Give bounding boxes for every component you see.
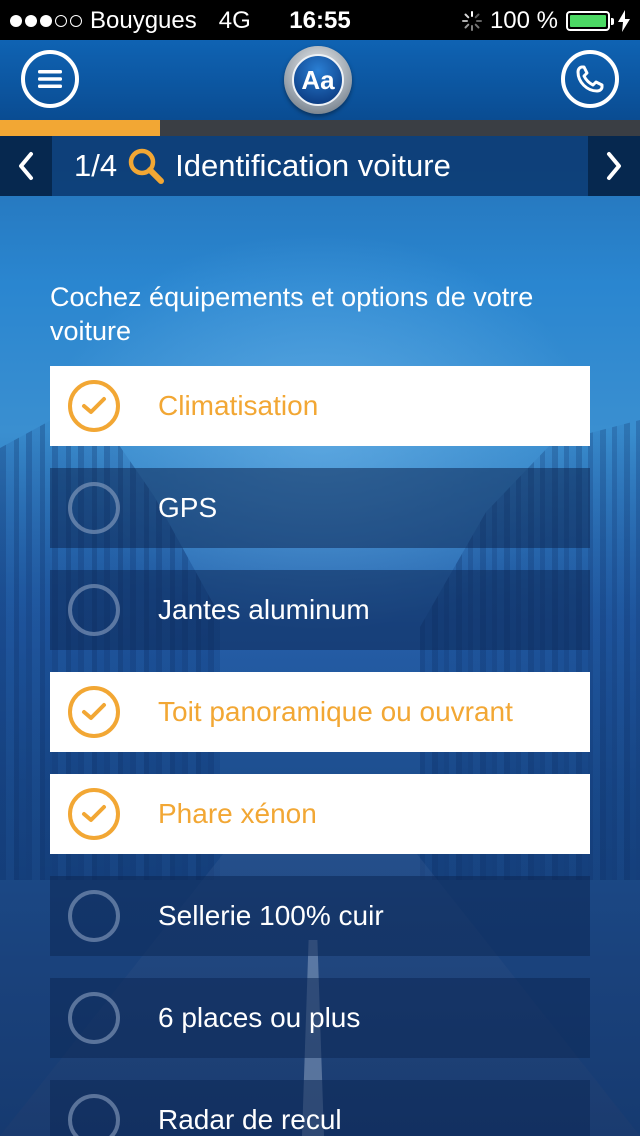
instruction-text: Cochez équipements et options de votre v… <box>50 282 534 346</box>
option-label: Phare xénon <box>158 798 317 829</box>
menu-button[interactable] <box>21 50 79 108</box>
nav-bar: Aa <box>0 40 640 120</box>
checkbox-unchecked-icon[interactable] <box>68 890 120 942</box>
phone-icon <box>576 65 604 93</box>
battery-icon <box>566 11 614 31</box>
checkmark-icon <box>82 805 106 822</box>
equipment-options-list: Climatisation GPS Jantes aluminum Toit pano… <box>50 366 590 1136</box>
option-item[interactable]: Jantes aluminum <box>50 570 590 650</box>
option-item[interactable]: 6 places ou plus <box>50 978 590 1058</box>
option-label: GPS <box>158 492 218 523</box>
option-label: Jantes aluminum <box>158 594 370 625</box>
option-label: Toit panoramique ou ouvrant <box>158 696 513 727</box>
checkbox-checked-icon[interactable] <box>68 788 120 840</box>
checkbox-checked-icon[interactable] <box>68 380 120 432</box>
search-icon <box>128 148 165 184</box>
call-button[interactable] <box>561 50 619 108</box>
status-bar: Bouygues 4G 16:55 100 % <box>0 0 640 40</box>
checkbox-unchecked-icon[interactable] <box>68 482 120 534</box>
option-item[interactable]: GPS <box>50 468 590 548</box>
step-title: Identification voiture <box>175 148 451 183</box>
step-header: 1/4 Identification voiture <box>0 136 640 196</box>
charging-bolt-icon <box>618 10 630 32</box>
option-item[interactable]: Phare xénon <box>50 774 590 854</box>
activity-spinner-icon <box>461 11 482 31</box>
menu-icon <box>38 70 62 88</box>
option-item[interactable]: Toit panoramique ou ouvrant <box>50 672 590 752</box>
app-logo-text: Aa <box>292 54 344 106</box>
screen: Bouygues 4G 16:55 100 % Aa 1/4 Identific… <box>0 0 640 1136</box>
checkmark-icon <box>82 703 106 720</box>
option-item[interactable]: Climatisation <box>50 366 590 446</box>
option-item[interactable]: Radar de recul <box>50 1080 590 1136</box>
next-step-button[interactable] <box>588 136 640 196</box>
previous-step-button[interactable] <box>0 136 52 196</box>
checkbox-unchecked-icon[interactable] <box>68 584 120 636</box>
checkmark-icon <box>82 397 106 414</box>
checkbox-unchecked-icon[interactable] <box>68 1094 120 1136</box>
chevron-right-icon <box>607 152 621 180</box>
progress-bar-fill <box>0 120 160 136</box>
checkbox-unchecked-icon[interactable] <box>68 992 120 1044</box>
option-label: 6 places ou plus <box>158 1002 361 1033</box>
option-label: Climatisation <box>158 390 319 421</box>
step-counter: 1/4 <box>74 148 118 183</box>
progress-bar <box>0 120 640 136</box>
option-label: Radar de recul <box>158 1104 342 1135</box>
checkbox-checked-icon[interactable] <box>68 686 120 738</box>
app-logo[interactable]: Aa <box>284 46 352 114</box>
option-label: Sellerie 100% cuir <box>158 900 384 931</box>
chevron-left-icon <box>19 152 33 180</box>
option-item[interactable]: Sellerie 100% cuir <box>50 876 590 956</box>
battery-percentage: 100 % <box>489 7 558 34</box>
